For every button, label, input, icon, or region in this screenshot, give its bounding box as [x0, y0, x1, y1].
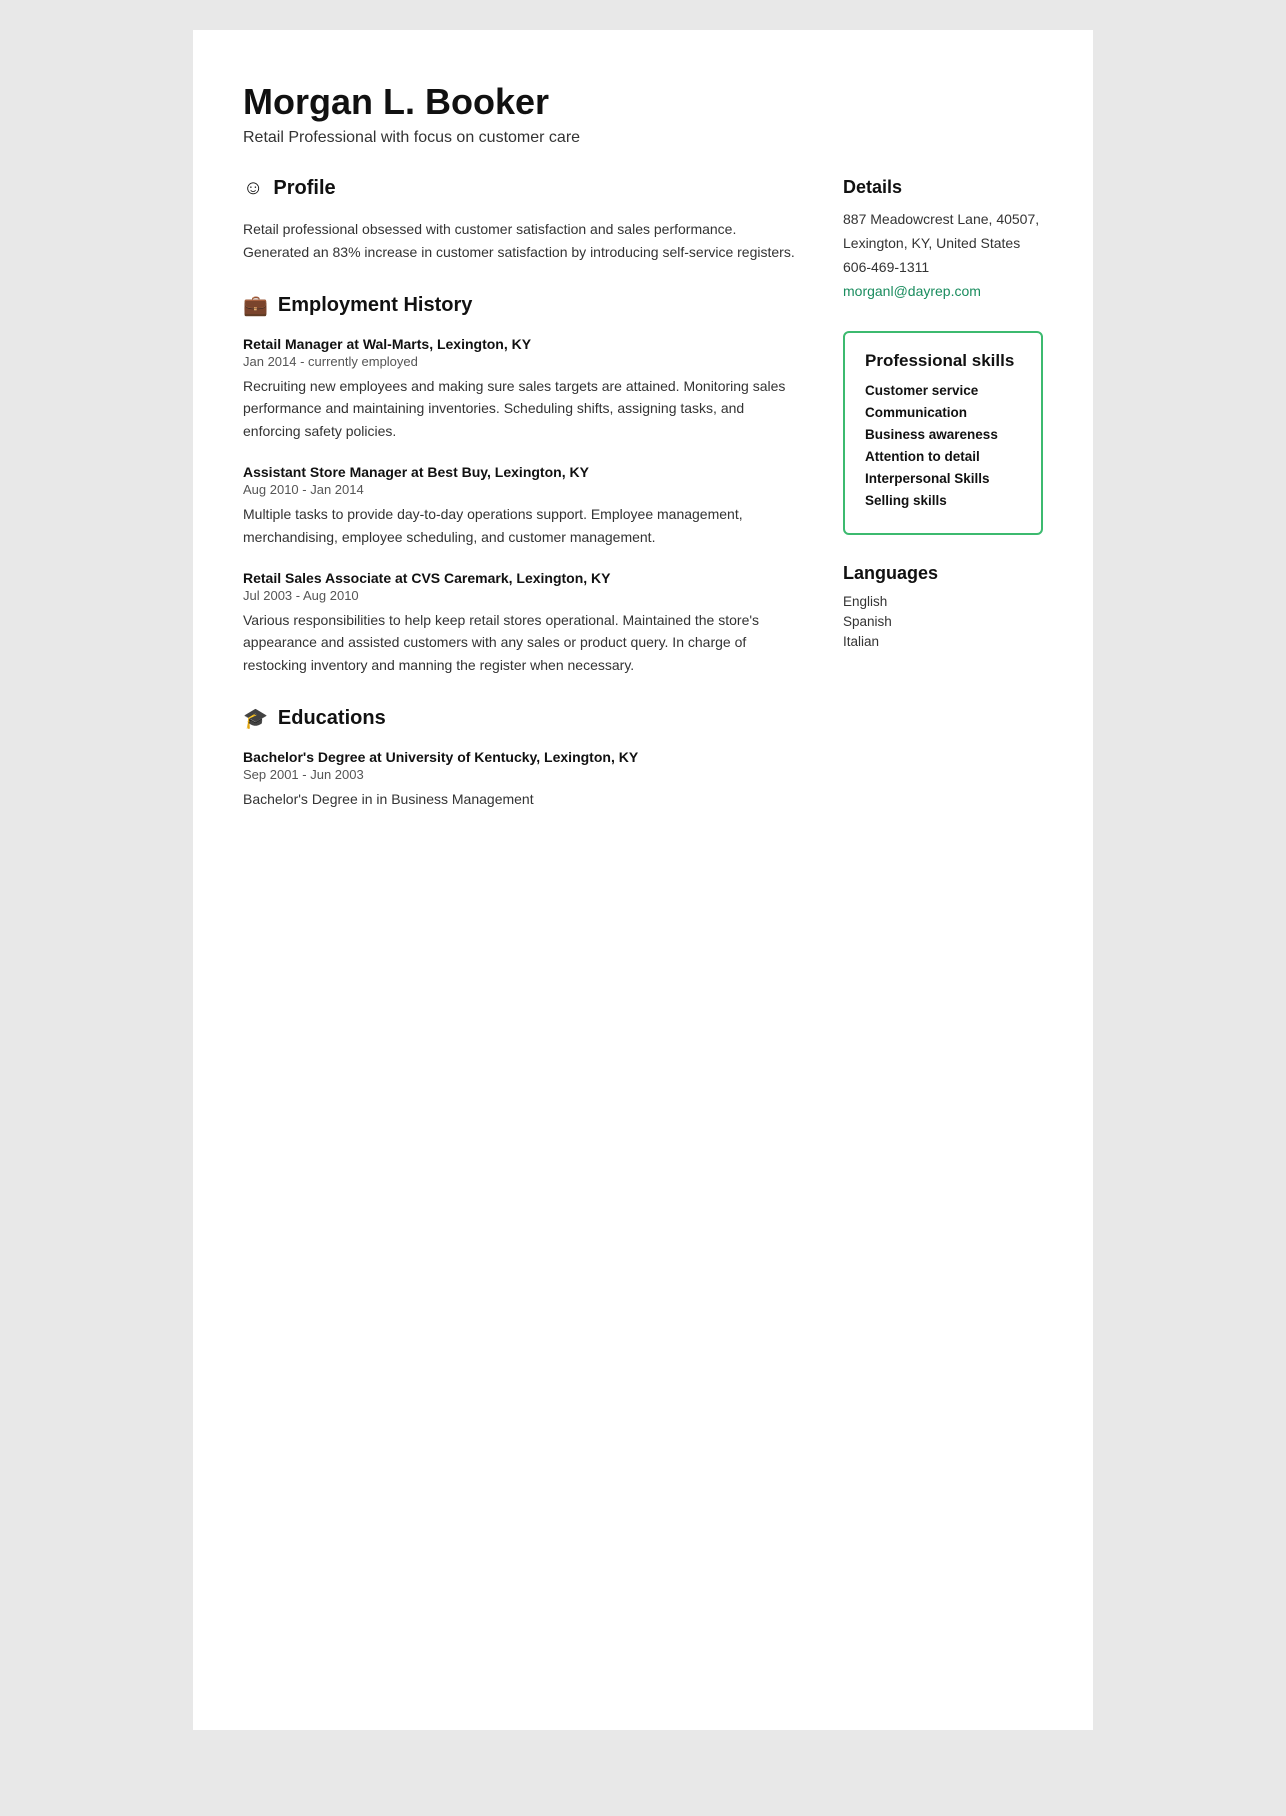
profile-section: ☺ Profile Retail professional obsessed w…: [243, 177, 803, 263]
left-column: ☺ Profile Retail professional obsessed w…: [243, 177, 803, 1650]
skill-2: Communication: [865, 405, 1021, 420]
language-3: Italian: [843, 634, 1043, 649]
employment-entry-1: Retail Manager at Wal-Marts, Lexington, …: [243, 336, 803, 442]
language-2: Spanish: [843, 614, 1043, 629]
profile-text: Retail professional obsessed with custom…: [243, 218, 803, 263]
employment-entry-2: Assistant Store Manager at Best Buy, Lex…: [243, 464, 803, 548]
resume-header: Morgan L. Booker Retail Professional wit…: [243, 80, 1043, 147]
employment-heading: 💼 Employment History: [243, 293, 803, 322]
right-column: Details 887 Meadowcrest Lane, 40507, Lex…: [843, 177, 1043, 1650]
skill-6: Selling skills: [865, 493, 1021, 508]
education-icon: 🎓: [243, 706, 268, 731]
email-link[interactable]: morganl@dayrep.com: [843, 283, 981, 299]
skills-box: Professional skills Customer service Com…: [843, 331, 1043, 535]
education-entry-1: Bachelor's Degree at University of Kentu…: [243, 749, 803, 810]
skill-4: Attention to detail: [865, 449, 1021, 464]
employment-icon: 💼: [243, 293, 268, 318]
details-section: Details 887 Meadowcrest Lane, 40507, Lex…: [843, 177, 1043, 303]
skill-1: Customer service: [865, 383, 1021, 398]
profile-icon: ☺: [243, 177, 263, 200]
resume-page: Morgan L. Booker Retail Professional wit…: [193, 30, 1093, 1730]
skill-5: Interpersonal Skills: [865, 471, 1021, 486]
resume-body: ☺ Profile Retail professional obsessed w…: [243, 177, 1043, 1650]
language-1: English: [843, 594, 1043, 609]
languages-section: Languages English Spanish Italian: [843, 563, 1043, 649]
employment-entry-3: Retail Sales Associate at CVS Caremark, …: [243, 570, 803, 676]
skill-3: Business awareness: [865, 427, 1021, 442]
address-line2: Lexington, KY, United States: [843, 235, 1020, 251]
profile-heading: ☺ Profile: [243, 177, 803, 204]
phone: 606-469-1311: [843, 259, 929, 275]
candidate-name: Morgan L. Booker: [243, 80, 1043, 123]
employment-section: 💼 Employment History Retail Manager at W…: [243, 293, 803, 676]
education-section: 🎓 Educations Bachelor's Degree at Univer…: [243, 706, 803, 810]
education-heading: 🎓 Educations: [243, 706, 803, 735]
address-line1: 887 Meadowcrest Lane, 40507,: [843, 211, 1039, 227]
candidate-title: Retail Professional with focus on custom…: [243, 129, 1043, 147]
